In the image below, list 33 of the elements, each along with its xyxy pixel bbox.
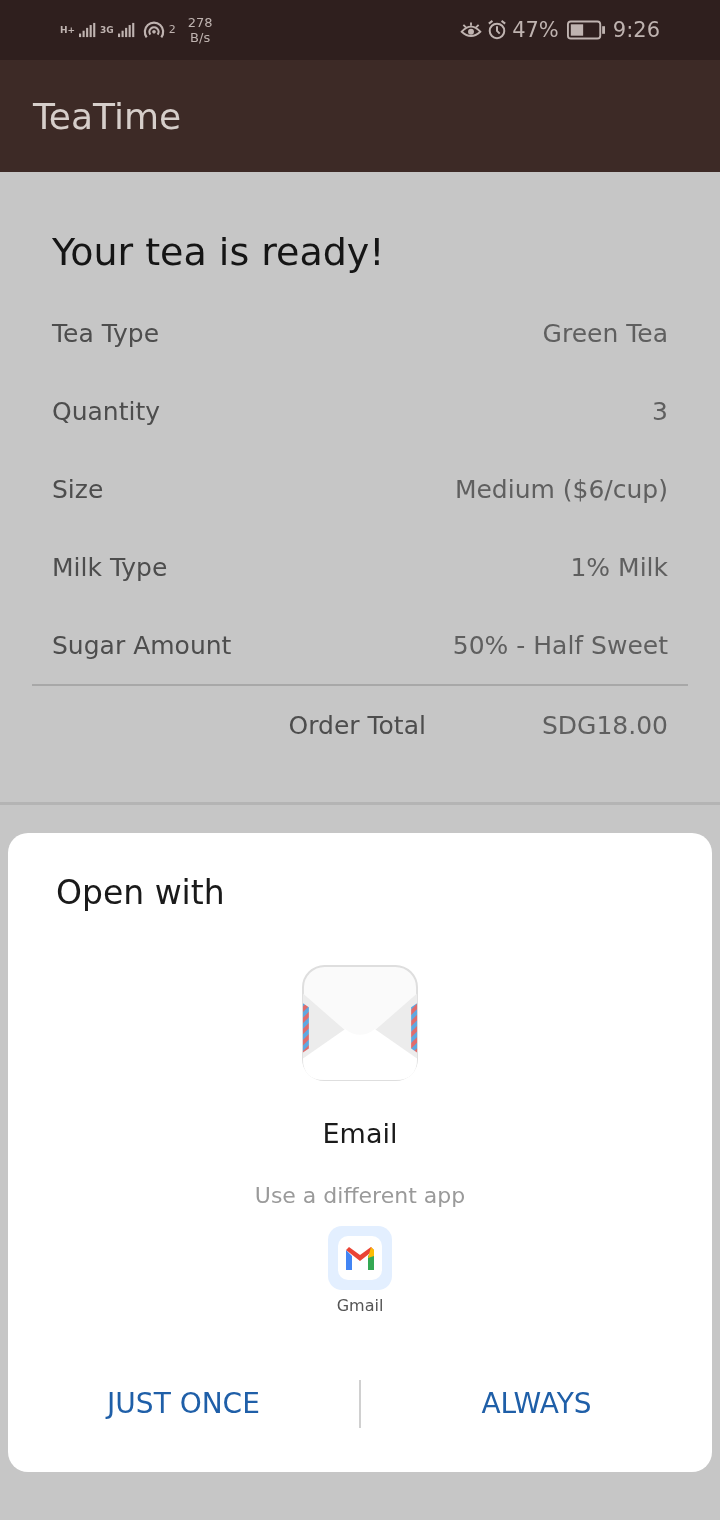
- dialog-title: Open with: [56, 873, 225, 912]
- network-speed: 278: [187, 15, 213, 30]
- app-title: TeaTime: [33, 95, 182, 137]
- hotspot-count: 2: [168, 23, 176, 36]
- battery-percent: 47%: [512, 18, 559, 42]
- clock: 9:26: [612, 18, 660, 42]
- field-value: Medium ($6/cup): [454, 474, 668, 504]
- app-name[interactable]: Email: [322, 1118, 398, 1149]
- field-value: Green Tea: [542, 318, 668, 348]
- signal-icon: [79, 22, 97, 38]
- field-label: Milk Type: [52, 552, 168, 582]
- field-label: Sugar Amount: [52, 630, 232, 660]
- section-label: Use a different app: [254, 1183, 466, 1208]
- total-value: SDG18.00: [541, 710, 668, 740]
- field-value: 50% - Half Sweet: [452, 630, 668, 660]
- eye-icon: [460, 20, 483, 40]
- dialog-button[interactable]: JUST ONCE: [8, 1373, 359, 1434]
- envelope-icon[interactable]: [301, 964, 419, 1082]
- field-value: 3: [652, 396, 668, 426]
- battery-icon: [566, 20, 605, 40]
- dialog-button[interactable]: ALWAYS: [361, 1373, 712, 1434]
- signal-icon: [117, 22, 135, 38]
- field-label: Tea Type: [52, 318, 160, 348]
- total-label: Order Total: [288, 710, 426, 740]
- order-heading: Your tea is ready!: [51, 230, 386, 274]
- mail-app-icon[interactable]: [328, 1226, 392, 1290]
- network-type: 3G: [100, 25, 114, 35]
- speed-unit: B/s: [190, 30, 211, 45]
- network-type: H+: [60, 25, 76, 35]
- field-label: Size: [52, 474, 104, 504]
- app-name[interactable]: Gmail: [336, 1296, 384, 1315]
- field-label: Quantity: [52, 396, 161, 426]
- field-value: 1% Milk: [570, 552, 668, 582]
